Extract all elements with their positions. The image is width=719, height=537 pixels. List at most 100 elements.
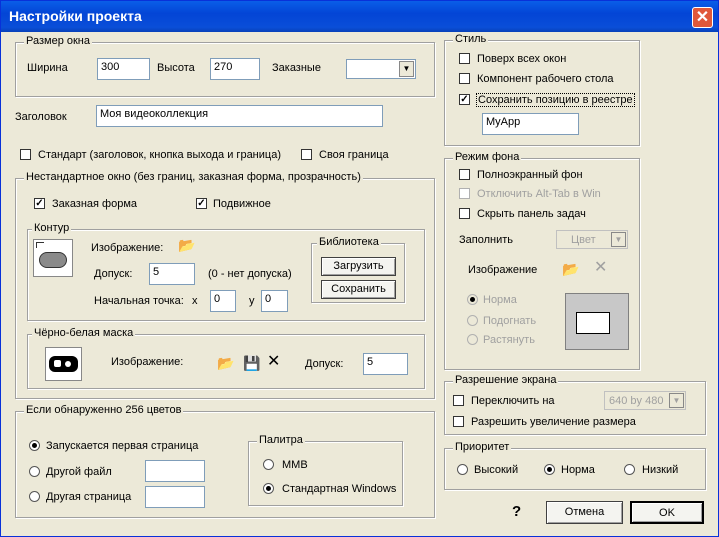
priority-normal-radio[interactable] [544,464,555,475]
width-label: Ширина [27,62,68,74]
custom-form-checkbox[interactable]: ✓ [34,198,45,209]
normal-mode-radio[interactable] [467,294,478,305]
mmb-radio[interactable] [263,459,274,470]
ok-button[interactable]: OK [630,501,704,524]
delete-icon[interactable]: ✕ [594,260,607,276]
cancel-button[interactable]: Отмена [546,501,623,524]
std-windows-radio[interactable] [263,483,274,494]
priority-low-radio[interactable] [624,464,635,475]
start-x-input[interactable]: 0 [210,290,236,312]
open-folder-icon[interactable]: 📂 [562,262,579,276]
fill-value: Цвет [571,234,596,246]
mask-preview-icon [45,347,82,381]
save-position-label: Сохранить позицию в реестре [476,93,635,107]
contour-tolerance-label: Допуск: [94,268,133,280]
delete-icon[interactable]: ✕ [267,354,280,370]
priority-normal-label: Норма [561,464,595,476]
chevron-down-icon[interactable]: ▼ [611,232,626,247]
custom-form-label: Заказная форма [52,198,138,210]
save-position-checkbox[interactable]: ✓ [459,94,470,105]
start-point-label: Начальная точка: [94,295,184,307]
other-page-radio[interactable] [29,491,40,502]
custom-size-label: Заказные [272,62,321,74]
palette-legend: Палитра [257,434,305,446]
style-legend: Стиль [453,33,489,45]
desktop-component-label: Компонент рабочего стола [477,73,614,85]
help-icon[interactable]: ? [512,503,521,520]
priority-high-label: Высокий [474,464,519,476]
hide-taskbar-label: Скрыть панель задач [477,208,586,220]
fill-label: Заполнить [459,234,514,246]
caption-input[interactable]: Моя видеоколлекция [96,105,383,127]
contour-legend: Контур [32,222,72,234]
own-border-label: Своя граница [319,149,389,161]
on-top-checkbox[interactable] [459,53,470,64]
priority-low-label: Низкий [642,464,679,476]
background-mode-legend: Режим фона [453,151,522,163]
chevron-down-icon[interactable]: ▼ [669,393,684,408]
allow-resize-label: Разрешить увеличение размера [471,416,636,428]
other-file-input[interactable] [145,460,205,482]
mask-tolerance-input[interactable]: 5 [363,353,408,375]
stretch-mode-label: Растянуть [483,334,535,346]
caption-label: Заголовок [15,111,67,123]
bg-image-label: Изображение [468,264,538,276]
width-input[interactable]: 300 [97,58,150,80]
window-title: Настройки проекта [9,8,142,24]
fullscreen-bg-checkbox[interactable] [459,169,470,180]
bg-preview-icon [565,293,629,350]
fit-mode-radio[interactable] [467,315,478,326]
palette-group: Палитра [248,434,403,506]
start-y-input[interactable]: 0 [261,290,288,312]
switch-resolution-label: Переключить на [471,395,555,407]
standard-frame-checkbox[interactable] [20,149,31,160]
priority-high-radio[interactable] [457,464,468,475]
resolution-select[interactable]: 640 by 480 ▼ [604,391,686,410]
on-top-label: Поверх всех окон [477,53,567,65]
movable-label: Подвижное [213,198,271,210]
nonstandard-window-legend: Нестандартное окно (без границ, заказная… [24,171,363,183]
contour-tolerance-input[interactable]: 5 [149,263,195,285]
bw-mask-legend: Чёрно-белая маска [32,327,136,339]
priority-legend: Приоритет [453,441,512,453]
switch-resolution-checkbox[interactable] [453,395,464,406]
library-legend: Библиотека [317,236,381,248]
mask-image-label: Изображение: [111,356,184,368]
save-icon[interactable]: 💾 [243,356,260,370]
first-page-label: Запускается первая страница [46,440,199,452]
fill-select[interactable]: Цвет ▼ [556,230,628,249]
screen-resolution-legend: Разрешение экрана [453,374,559,386]
first-page-radio[interactable] [29,440,40,451]
save-library-button[interactable]: Сохранить [321,280,396,299]
other-page-input[interactable] [145,486,205,508]
height-input[interactable]: 270 [210,58,260,80]
resolution-value: 640 by 480 [609,395,664,407]
other-file-label: Другой файл [46,466,112,478]
hide-taskbar-checkbox[interactable] [459,208,470,219]
custom-size-select[interactable]: ▼ [346,59,416,79]
other-page-label: Другая страница [46,491,132,503]
stretch-mode-radio[interactable] [467,334,478,345]
allow-resize-checkbox[interactable] [453,416,464,427]
close-button[interactable]: ✕ [692,7,713,28]
chevron-down-icon[interactable]: ▼ [399,61,414,77]
app-name-input[interactable]: MyApp [482,113,579,135]
normal-mode-label: Норма [483,294,517,306]
desktop-component-checkbox[interactable] [459,73,470,84]
fullscreen-bg-label: Полноэкранный фон [477,169,583,181]
tolerance-note: (0 - нет допуска) [208,268,292,280]
x-label: x [192,295,198,307]
open-folder-icon[interactable]: 📂 [217,356,234,370]
y-label: y [249,295,255,307]
open-folder-icon[interactable]: 📂 [178,238,195,252]
disable-alt-tab-checkbox[interactable] [459,188,470,199]
title-bar: Настройки проекта ✕ [1,1,718,32]
mask-tolerance-label: Допуск: [305,358,344,370]
height-label: Высота [157,62,195,74]
movable-checkbox[interactable]: ✓ [196,198,207,209]
load-button[interactable]: Загрузить [321,257,396,276]
disable-alt-tab-label: Отключить Alt-Tab в Win [477,188,601,200]
other-file-radio[interactable] [29,466,40,477]
own-border-checkbox[interactable] [301,149,312,160]
mmb-label: MMB [282,459,308,471]
